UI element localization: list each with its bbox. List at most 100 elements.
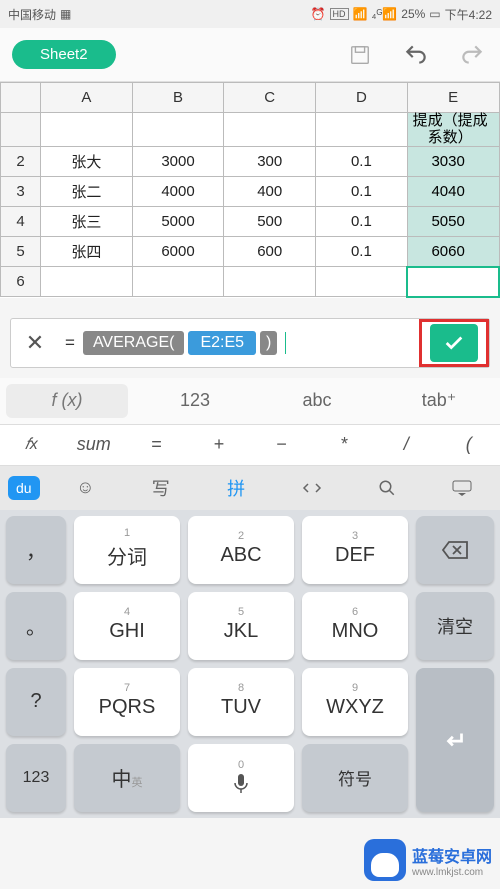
table-row: 6 xyxy=(1,267,500,297)
battery-icon: ▭ xyxy=(429,7,440,21)
col-header-a[interactable]: A xyxy=(41,83,133,113)
col-header-e[interactable]: E xyxy=(407,83,499,113)
cell[interactable]: 5000 xyxy=(132,207,224,237)
key-def[interactable]: 3DEF xyxy=(302,516,408,584)
multiply-button[interactable]: * xyxy=(313,425,376,465)
cell[interactable] xyxy=(41,113,133,147)
col-header-d[interactable]: D xyxy=(316,83,408,113)
cell[interactable]: 0.1 xyxy=(316,177,408,207)
cell-e-header[interactable]: 提成（提成系数） xyxy=(407,113,499,147)
code-button[interactable] xyxy=(274,481,349,495)
key-fenci[interactable]: 1分词 xyxy=(74,516,180,584)
cell[interactable]: 4000 xyxy=(132,177,224,207)
row-header-active[interactable]: 6 xyxy=(1,267,41,297)
cell[interactable]: 张三 xyxy=(41,207,133,237)
cell[interactable] xyxy=(224,113,316,147)
watermark-title: 蓝莓安卓网 xyxy=(412,843,492,867)
col-header-c[interactable]: C xyxy=(224,83,316,113)
spreadsheet-grid[interactable]: A B C D E 提成（提成系数） 2 张大 3000 300 0.1 303… xyxy=(0,82,500,298)
sum-button[interactable]: sum xyxy=(63,425,126,465)
watermark-url: www.lmkjst.com xyxy=(412,867,492,878)
corner-cell[interactable] xyxy=(1,83,41,113)
cell[interactable]: 3030 xyxy=(407,147,499,177)
mode-abc-button[interactable]: abc xyxy=(256,378,378,424)
row-header[interactable]: 4 xyxy=(1,207,41,237)
cell[interactable]: 6000 xyxy=(132,237,224,267)
key-pqrs[interactable]: 7PQRS xyxy=(74,668,180,736)
row-header[interactable]: 2 xyxy=(1,147,41,177)
hide-keyboard-button[interactable] xyxy=(425,480,500,496)
cell[interactable]: 300 xyxy=(224,147,316,177)
soft-keyboard: ， 1分词 2ABC 3DEF 。 4GHI 5JKL 6MNO 清空 ? 7P… xyxy=(0,510,500,818)
confirm-formula-button[interactable] xyxy=(430,324,478,362)
plus-button[interactable]: + xyxy=(188,425,251,465)
mode-123-button[interactable]: 123 xyxy=(134,378,256,424)
cell[interactable] xyxy=(132,113,224,147)
minus-button[interactable]: − xyxy=(250,425,313,465)
save-icon[interactable] xyxy=(344,39,376,71)
cell[interactable]: 5050 xyxy=(407,207,499,237)
undo-icon[interactable] xyxy=(400,39,432,71)
formula-function: AVERAGE( xyxy=(83,331,185,355)
pinyin-button[interactable]: 拼 xyxy=(198,475,273,501)
sheet-tab[interactable]: Sheet2 xyxy=(12,40,116,69)
status-bar: 中国移动 ▦ ⏰ HD 📶 ₄ᴳ📶 25% ▭ 下午4:22 xyxy=(0,0,500,28)
mode-tab-button[interactable]: tab⁺ xyxy=(378,378,500,424)
ime-logo-icon[interactable]: du xyxy=(8,476,40,500)
cell[interactable]: 600 xyxy=(224,237,316,267)
cell[interactable] xyxy=(41,267,133,297)
handwrite-button[interactable]: 写 xyxy=(123,475,198,501)
period-key[interactable]: 。 xyxy=(6,592,66,660)
key-wxyz[interactable]: 9WXYZ xyxy=(302,668,408,736)
mode-fx-button[interactable]: f (x) xyxy=(6,384,128,418)
voice-key[interactable]: 0 xyxy=(188,744,294,812)
cell[interactable] xyxy=(224,267,316,297)
redo-icon[interactable] xyxy=(456,39,488,71)
formula-bar: ✕ = AVERAGE( E2:E5 ) xyxy=(10,318,490,368)
row-header[interactable]: 3 xyxy=(1,177,41,207)
clear-key[interactable]: 清空 xyxy=(416,592,494,660)
cell[interactable]: 500 xyxy=(224,207,316,237)
key-jkl[interactable]: 5JKL xyxy=(188,592,294,660)
row-header[interactable]: 5 xyxy=(1,237,41,267)
key-tuv[interactable]: 8TUV xyxy=(188,668,294,736)
cell[interactable]: 0.1 xyxy=(316,207,408,237)
question-key[interactable]: ? xyxy=(6,668,66,736)
col-header-b[interactable]: B xyxy=(132,83,224,113)
cell[interactable]: 6060 xyxy=(407,237,499,267)
cancel-formula-button[interactable]: ✕ xyxy=(11,330,59,356)
paren-button[interactable]: ( xyxy=(438,425,500,465)
symbol-key[interactable]: 符号 xyxy=(302,744,408,812)
key-abc[interactable]: 2ABC xyxy=(188,516,294,584)
active-cell[interactable] xyxy=(407,267,499,297)
key-mno[interactable]: 6MNO xyxy=(302,592,408,660)
comma-key[interactable]: ， xyxy=(6,516,66,584)
cell[interactable] xyxy=(132,267,224,297)
cell[interactable]: 张大 xyxy=(41,147,133,177)
fx-button[interactable]: 𝑓x xyxy=(0,425,63,465)
formula-input[interactable]: = AVERAGE( E2:E5 ) xyxy=(59,331,419,355)
input-mode-row: f (x) 123 abc tab⁺ xyxy=(0,378,500,424)
cell[interactable]: 4040 xyxy=(407,177,499,207)
search-button[interactable] xyxy=(349,479,424,497)
backspace-key[interactable] xyxy=(416,516,494,584)
cell[interactable]: 3000 xyxy=(132,147,224,177)
lang-key[interactable]: 中英 xyxy=(74,744,180,812)
cell[interactable]: 0.1 xyxy=(316,147,408,177)
battery-pct: 25% xyxy=(401,7,425,21)
key-ghi[interactable]: 4GHI xyxy=(74,592,180,660)
divide-button[interactable]: / xyxy=(375,425,438,465)
emoji-button[interactable]: ☺ xyxy=(48,477,123,498)
cell[interactable]: 张二 xyxy=(41,177,133,207)
enter-key[interactable] xyxy=(416,668,494,812)
cell[interactable] xyxy=(316,267,408,297)
num-mode-key[interactable]: 123 xyxy=(6,744,66,812)
equals-button[interactable]: = xyxy=(125,425,188,465)
text-cursor xyxy=(285,332,286,354)
cell[interactable] xyxy=(316,113,408,147)
table-row: 2 张大 3000 300 0.1 3030 xyxy=(1,147,500,177)
cell[interactable]: 张四 xyxy=(41,237,133,267)
cell[interactable]: 400 xyxy=(224,177,316,207)
cell[interactable]: 0.1 xyxy=(316,237,408,267)
row-header[interactable] xyxy=(1,113,41,147)
